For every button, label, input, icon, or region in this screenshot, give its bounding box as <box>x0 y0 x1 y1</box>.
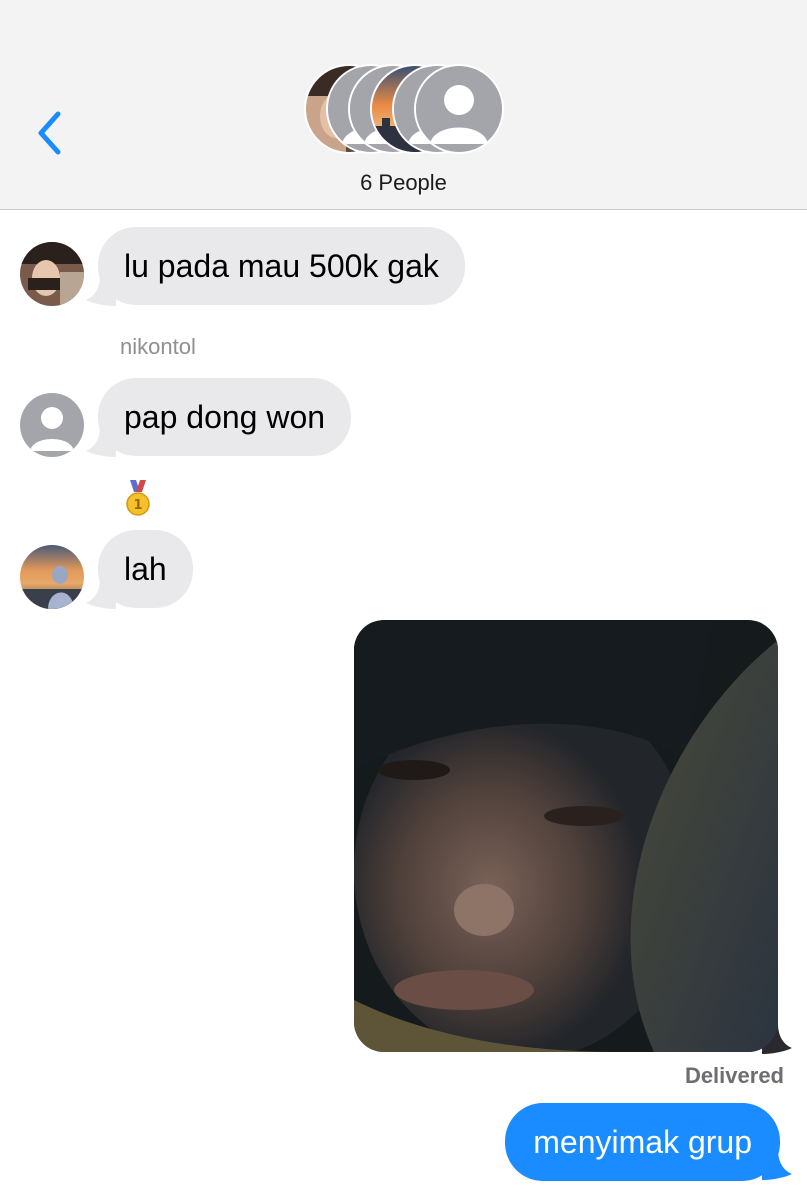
photo-message[interactable] <box>354 620 778 1052</box>
back-button[interactable] <box>32 108 68 158</box>
photo-image <box>354 620 778 1052</box>
message-bubble-incoming[interactable]: pap dong won <box>98 378 352 456</box>
sender-name: nikontol <box>120 334 196 359</box>
group-avatar-stack[interactable] <box>304 64 504 154</box>
delivery-status: Delivered <box>684 1063 784 1088</box>
medal-icon: 1 <box>126 480 150 516</box>
message-bubble-outgoing[interactable]: menyimak grup <box>505 1103 780 1181</box>
member-avatar-placeholder <box>414 64 504 154</box>
sender-avatar[interactable] <box>20 545 84 609</box>
conversation-header: 6 People <box>0 0 807 210</box>
sender-avatar-placeholder[interactable] <box>20 393 84 457</box>
group-member-count[interactable]: 6 People <box>0 170 807 196</box>
sender-avatar[interactable] <box>20 242 84 306</box>
message-bubble-incoming[interactable]: lah <box>98 530 193 608</box>
svg-text:1: 1 <box>133 498 142 513</box>
chevron-left-icon <box>38 111 61 155</box>
message-bubble-incoming[interactable]: lu pada mau 500k gak <box>98 227 465 305</box>
